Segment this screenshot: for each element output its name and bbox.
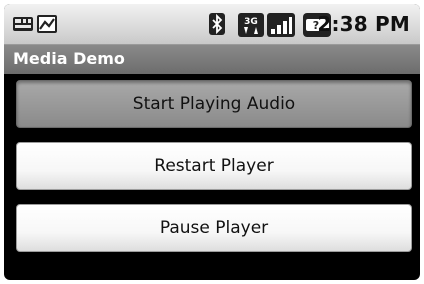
restart-player-label: Restart Player <box>154 156 274 176</box>
bluetooth-icon <box>208 13 226 39</box>
start-playing-audio-button[interactable]: Start Playing Audio <box>16 80 412 128</box>
app-title: Media Demo <box>13 49 125 68</box>
keyboard-icon <box>12 13 34 39</box>
start-playing-audio-label: Start Playing Audio <box>132 94 296 114</box>
network-3g-icon: 3G <box>238 13 264 41</box>
pause-player-label: Pause Player <box>159 218 269 238</box>
signal-icon <box>267 13 295 41</box>
pause-player-button[interactable]: Pause Player <box>16 204 412 252</box>
title-bar: Media Demo <box>4 44 420 74</box>
network-3g-label: 3G <box>244 17 258 27</box>
notification-photo-icon <box>36 13 58 39</box>
status-clock: 2:38 PM <box>317 12 410 36</box>
status-bar: 3G ? 2:38 PM <box>4 4 420 44</box>
phone-screen: 3G ? 2:38 PM Media Demo Start Playing Au… <box>4 4 420 280</box>
restart-player-button[interactable]: Restart Player <box>16 142 412 190</box>
